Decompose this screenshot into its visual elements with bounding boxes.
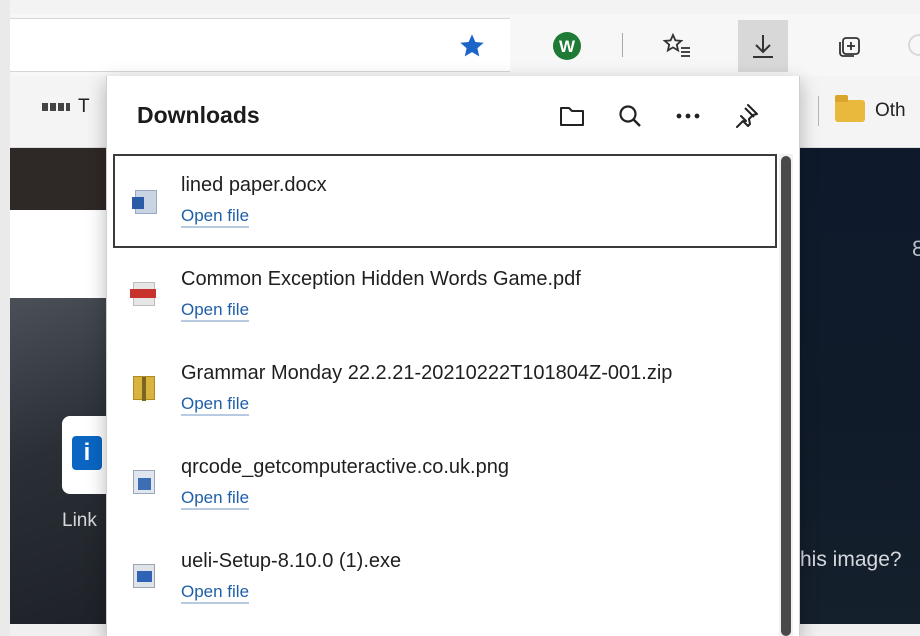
other-favorites-label: Oth <box>875 100 906 121</box>
other-favorites-item[interactable]: Oth <box>818 95 906 126</box>
tile-label: Link <box>62 510 97 531</box>
image-question-link[interactable]: his image? <box>800 548 902 572</box>
window-frame-top <box>0 0 920 14</box>
open-file-link[interactable]: Open file <box>181 582 250 604</box>
open-file-link[interactable]: Open file <box>181 394 250 416</box>
download-item[interactable]: lined paper.docx Open file <box>113 154 777 248</box>
open-file-link[interactable]: Open file <box>181 488 250 510</box>
linkedin-icon: i <box>72 436 102 470</box>
download-item[interactable]: ueli-Setup-8.10.0 (1).exe Open file <box>113 530 777 624</box>
png-file-icon <box>133 470 155 494</box>
download-icon[interactable] <box>738 20 788 72</box>
apps-icon <box>42 103 70 111</box>
docx-file-icon <box>132 190 157 214</box>
exe-file-icon <box>133 564 155 588</box>
star-icon[interactable] <box>452 26 492 66</box>
favorites-bar-item[interactable]: T <box>42 96 90 118</box>
download-file-name: qrcode_getcomputeractive.co.uk.png <box>181 456 509 478</box>
open-file-link[interactable]: Open file <box>181 206 250 228</box>
favorites-bar-item-label: T <box>78 96 90 117</box>
zip-file-icon <box>133 376 155 401</box>
favorites-icon[interactable] <box>652 20 702 72</box>
download-file-name: Grammar Monday 22.2.21-20210222T101804Z-… <box>181 362 673 384</box>
downloads-list: lined paper.docx Open file Common Except… <box>113 154 777 624</box>
collections-icon[interactable] <box>824 20 874 72</box>
open-folder-icon[interactable] <box>543 94 601 138</box>
extension-letter: W <box>559 37 576 56</box>
downloads-actions <box>543 94 775 138</box>
download-file-name: ueli-Setup-8.10.0 (1).exe <box>181 550 402 572</box>
pdf-file-icon <box>130 282 156 306</box>
downloads-flyout: Downloads lined paper.docx Open file Com… <box>106 76 800 636</box>
toolbar-separator <box>622 33 623 57</box>
download-file-name: Common Exception Hidden Words Game.pdf <box>181 268 581 290</box>
page-right-number: 8 <box>912 236 920 261</box>
download-item[interactable]: Grammar Monday 22.2.21-20210222T101804Z-… <box>113 342 777 436</box>
favorites-separator <box>818 96 819 126</box>
open-file-link[interactable]: Open file <box>181 300 250 322</box>
page-white-panel <box>10 210 106 298</box>
download-item[interactable]: qrcode_getcomputeractive.co.uk.png Open … <box>113 436 777 530</box>
downloads-title: Downloads <box>137 102 260 128</box>
folder-icon <box>835 95 865 122</box>
page-image-strip <box>10 148 106 210</box>
window-frame-left <box>0 0 10 636</box>
search-icon[interactable] <box>601 94 659 138</box>
scrollbar-thumb[interactable] <box>781 156 791 636</box>
pin-icon[interactable] <box>717 94 775 138</box>
more-options-icon[interactable] <box>659 94 717 138</box>
address-bar[interactable] <box>10 18 510 72</box>
download-item[interactable]: Common Exception Hidden Words Game.pdf O… <box>113 248 777 342</box>
w-extension-icon[interactable]: W <box>542 20 592 72</box>
download-file-name: lined paper.docx <box>181 174 327 196</box>
